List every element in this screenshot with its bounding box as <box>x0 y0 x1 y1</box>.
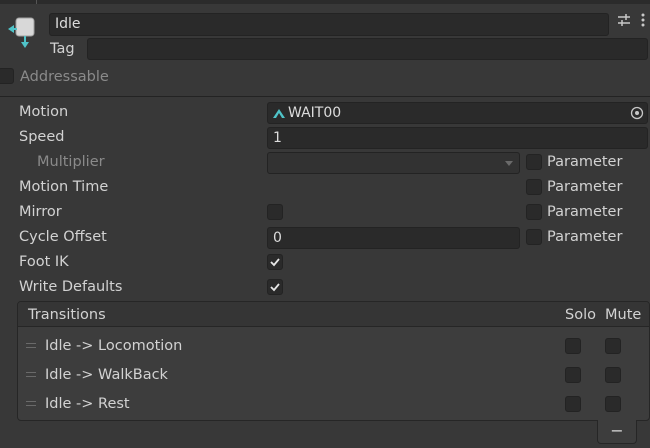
cycle-offset-label: Cycle Offset <box>19 229 107 245</box>
foot-ik-label: Foot IK <box>19 254 69 270</box>
mirror-parameter-checkbox[interactable] <box>526 204 542 220</box>
drag-handle-icon[interactable] <box>26 372 36 377</box>
more-options-icon[interactable] <box>638 12 648 28</box>
motion-time-parameter-label: Parameter <box>547 179 623 195</box>
write-defaults-checkbox[interactable] <box>267 279 283 295</box>
animation-clip-icon <box>272 106 286 120</box>
transitions-list: Transitions Solo Mute Idle -> Locomotion… <box>17 301 650 421</box>
cycle-offset-field[interactable]: 0 <box>267 227 520 249</box>
cycle-offset-parameter-checkbox[interactable] <box>526 229 542 245</box>
transition-solo-checkbox[interactable] <box>565 367 581 383</box>
multiplier-label: Multiplier <box>37 154 105 170</box>
transitions-header-label: Transitions <box>28 307 106 323</box>
motion-time-parameter-checkbox[interactable] <box>526 179 542 195</box>
mirror-label: Mirror <box>19 204 62 220</box>
transition-solo-checkbox[interactable] <box>565 338 581 354</box>
motion-value: WAIT00 <box>288 105 342 121</box>
header-separator <box>0 96 650 97</box>
transitions-header <box>18 302 649 327</box>
mute-column-label: Mute <box>605 307 642 323</box>
chevron-down-icon <box>503 157 515 169</box>
multiplier-parameter-checkbox[interactable] <box>526 154 542 170</box>
remove-transition-button[interactable]: − <box>597 420 637 444</box>
mirror-checkbox[interactable] <box>267 204 283 220</box>
cycle-offset-parameter-label: Parameter <box>547 229 623 245</box>
motion-label: Motion <box>19 104 69 120</box>
addressable-checkbox[interactable] <box>0 68 14 84</box>
checkmark-icon <box>270 283 280 292</box>
solo-column-label: Solo <box>565 307 596 323</box>
foot-ik-checkbox[interactable] <box>267 254 283 270</box>
state-name-field[interactable]: Idle <box>49 13 609 36</box>
tag-label: Tag <box>50 41 75 57</box>
addressable-label: Addressable <box>20 69 109 85</box>
drag-handle-icon[interactable] <box>26 343 36 348</box>
mirror-parameter-label: Parameter <box>547 204 623 220</box>
transition-mute-checkbox[interactable] <box>605 396 621 412</box>
tag-field[interactable] <box>87 38 648 60</box>
write-defaults-label: Write Defaults <box>19 279 123 295</box>
transition-row-label[interactable]: Idle -> Locomotion <box>45 336 182 356</box>
speed-label: Speed <box>19 129 65 145</box>
transition-mute-checkbox[interactable] <box>605 367 621 383</box>
motion-object-field[interactable]: WAIT00 <box>267 102 648 124</box>
sliders-icon[interactable] <box>616 12 632 28</box>
checkmark-icon <box>270 258 280 267</box>
speed-field[interactable]: 1 <box>267 127 648 149</box>
multiplier-dropdown[interactable] <box>267 152 520 174</box>
top-divider <box>36 0 37 4</box>
transition-row-label[interactable]: Idle -> WalkBack <box>45 365 168 385</box>
object-picker-icon[interactable] <box>629 105 645 121</box>
multiplier-parameter-label: Parameter <box>547 154 623 170</box>
top-strip <box>0 0 650 4</box>
transition-row-label[interactable]: Idle -> Rest <box>45 394 130 414</box>
animator-state-icon <box>6 14 40 48</box>
transition-solo-checkbox[interactable] <box>565 396 581 412</box>
motion-time-label: Motion Time <box>19 179 109 195</box>
transition-mute-checkbox[interactable] <box>605 338 621 354</box>
drag-handle-icon[interactable] <box>26 401 36 406</box>
